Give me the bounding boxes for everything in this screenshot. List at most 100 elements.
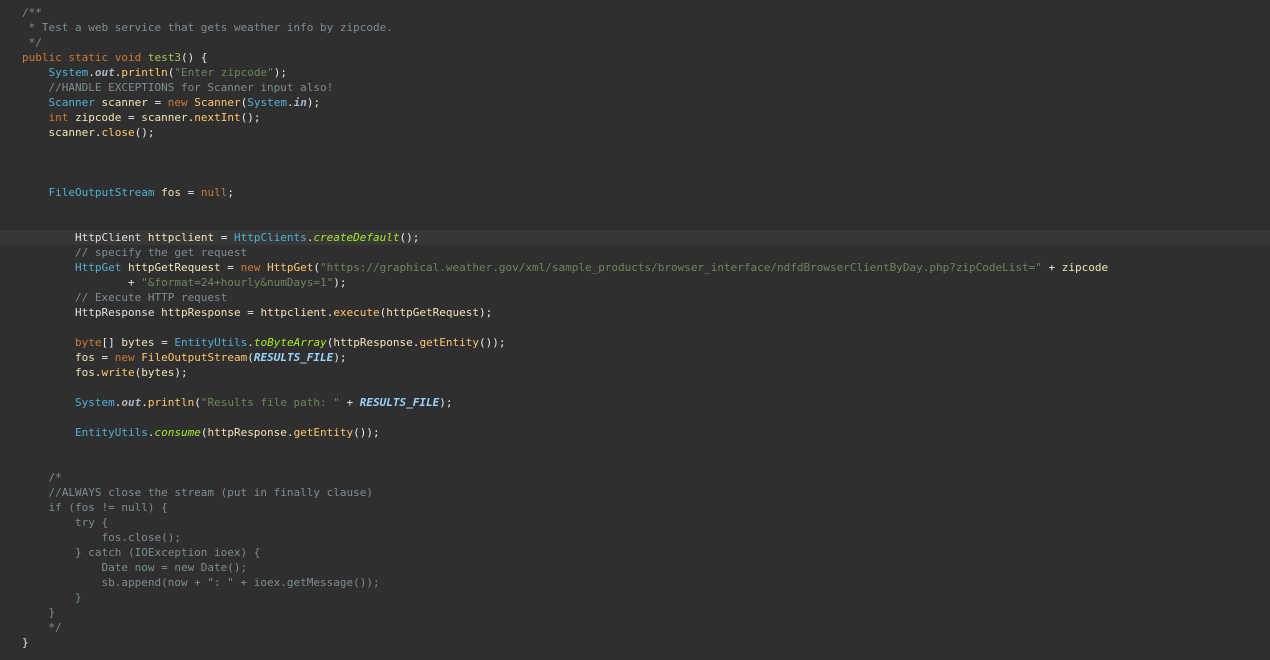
- code-token: /*: [22, 471, 62, 484]
- code-token: +: [127, 276, 142, 289]
- code-line[interactable]: public static void test3() {: [0, 50, 1270, 65]
- code-token: }: [22, 591, 82, 604]
- code-token: new: [240, 261, 261, 274]
- code-line[interactable]: }: [0, 605, 1270, 620]
- code-line[interactable]: try {: [0, 515, 1270, 530]
- code-token: Date now = new Date();: [22, 561, 248, 574]
- code-line[interactable]: Scanner scanner = new Scanner(System.in)…: [0, 95, 1270, 110]
- code-line[interactable]: // Execute HTTP request: [0, 290, 1270, 305]
- code-token: =: [214, 231, 234, 244]
- code-token: FileOutputStream: [141, 351, 248, 364]
- code-line[interactable]: [0, 320, 1270, 335]
- code-token: out: [94, 66, 115, 79]
- code-line[interactable]: [0, 215, 1270, 230]
- code-token: (: [194, 396, 201, 409]
- code-line[interactable]: System.out.println("Enter zipcode");: [0, 65, 1270, 80]
- code-line[interactable]: byte[] bytes = EntityUtils.toByteArray(h…: [0, 335, 1270, 350]
- code-token: httpGetRequest: [386, 306, 480, 319]
- code-area[interactable]: /** * Test a web service that gets weath…: [0, 5, 1270, 650]
- code-line[interactable]: //HANDLE EXCEPTIONS for Scanner input al…: [0, 80, 1270, 95]
- code-line[interactable]: [0, 410, 1270, 425]
- code-line[interactable]: * Test a web service that gets weather i…: [0, 20, 1270, 35]
- code-editor[interactable]: /** * Test a web service that gets weath…: [0, 0, 1270, 660]
- code-token: );: [333, 276, 347, 289]
- code-line-current[interactable]: HttpClient httpclient = HttpClients.crea…: [0, 230, 1270, 245]
- code-token: if (fos != null) {: [22, 501, 168, 514]
- code-line[interactable]: [0, 455, 1270, 470]
- code-line[interactable]: [0, 170, 1270, 185]
- code-token: EntityUtils: [174, 336, 248, 349]
- code-token: consume: [154, 426, 201, 439]
- code-token: System: [48, 66, 89, 79]
- code-line[interactable]: FileOutputStream fos = null;: [0, 185, 1270, 200]
- code-token: scanner: [48, 126, 95, 139]
- code-line[interactable]: fos = new FileOutputStream(RESULTS_FILE)…: [0, 350, 1270, 365]
- code-line[interactable]: */: [0, 35, 1270, 50]
- code-token: println: [147, 396, 195, 409]
- code-token: static: [68, 51, 109, 64]
- code-token: .: [141, 396, 148, 409]
- code-token: bytes: [121, 336, 155, 349]
- code-line[interactable]: if (fos != null) {: [0, 500, 1270, 515]
- code-line[interactable]: [0, 140, 1270, 155]
- code-token: () {: [181, 51, 208, 64]
- code-line[interactable]: + "&format=24+hourly&numDays=1");: [0, 275, 1270, 290]
- code-token: );: [174, 366, 188, 379]
- code-line[interactable]: EntityUtils.consume(httpResponse.getEnti…: [0, 425, 1270, 440]
- code-token: scanner: [141, 111, 188, 124]
- code-token: public: [22, 51, 62, 64]
- code-token: /**: [22, 6, 42, 19]
- code-line[interactable]: [0, 440, 1270, 455]
- code-line[interactable]: */: [0, 620, 1270, 635]
- code-token: httpResponse: [333, 336, 413, 349]
- code-token: httpclient: [147, 231, 215, 244]
- code-line[interactable]: }: [0, 635, 1270, 650]
- code-line[interactable]: System.out.println("Results file path: "…: [0, 395, 1270, 410]
- code-line[interactable]: sb.append(now + ": " + ioex.getMessage()…: [0, 575, 1270, 590]
- code-token: fos.close();: [22, 531, 181, 544]
- code-token: );: [439, 396, 453, 409]
- code-line[interactable]: [0, 380, 1270, 395]
- code-line[interactable]: int zipcode = scanner.nextInt();: [0, 110, 1270, 125]
- code-line[interactable]: /*: [0, 470, 1270, 485]
- code-line[interactable]: HttpResponse httpResponse = httpclient.e…: [0, 305, 1270, 320]
- code-token: createDefault: [313, 231, 400, 244]
- code-token: httpGetRequest: [127, 261, 221, 274]
- code-token: RESULTS_FILE: [359, 396, 440, 409]
- code-line[interactable]: // specify the get request: [0, 245, 1270, 260]
- code-token: ();: [134, 126, 155, 139]
- code-token: RESULTS_FILE: [253, 351, 334, 364]
- code-line[interactable]: Date now = new Date();: [0, 560, 1270, 575]
- code-token: HttpGet: [267, 261, 314, 274]
- code-line[interactable]: }: [0, 590, 1270, 605]
- code-line[interactable]: } catch (IOException ioex) {: [0, 545, 1270, 560]
- code-line[interactable]: fos.close();: [0, 530, 1270, 545]
- code-line[interactable]: scanner.close();: [0, 125, 1270, 140]
- code-token: zipcode: [1061, 261, 1109, 274]
- code-line[interactable]: /**: [0, 5, 1270, 20]
- code-token: .: [286, 96, 294, 109]
- code-token: // specify the get request: [22, 246, 248, 259]
- code-token: try {: [22, 516, 109, 529]
- code-token: }: [22, 636, 29, 649]
- code-token: test3: [147, 51, 181, 64]
- code-token: fos: [74, 366, 95, 379]
- code-token: execute: [333, 306, 380, 319]
- code-line[interactable]: fos.write(bytes);: [0, 365, 1270, 380]
- code-line[interactable]: [0, 200, 1270, 215]
- code-token: =: [121, 111, 142, 124]
- code-line[interactable]: HttpGet httpGetRequest = new HttpGet("ht…: [0, 260, 1270, 275]
- code-line[interactable]: [0, 155, 1270, 170]
- code-token: */: [22, 621, 62, 634]
- code-line[interactable]: //ALWAYS close the stream (put in finall…: [0, 485, 1270, 500]
- code-token: getEntity: [293, 426, 354, 439]
- code-token: );: [479, 306, 493, 319]
- code-token: );: [333, 351, 347, 364]
